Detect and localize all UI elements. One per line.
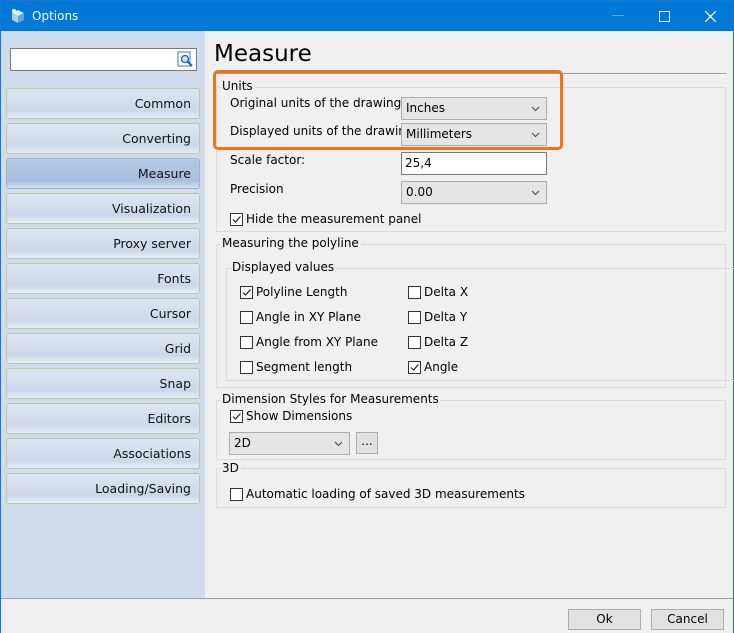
search-icon[interactable]	[177, 51, 194, 68]
search-input[interactable]	[10, 48, 197, 71]
option-segment-length-checkbox[interactable]: Segment length	[240, 360, 352, 374]
sidebar-item-snap[interactable]: Snap	[6, 368, 200, 399]
scale-factor-input[interactable]: 25,4	[401, 152, 547, 175]
option-label: Angle	[424, 360, 459, 374]
checkbox-checked-icon	[408, 360, 421, 374]
scale-factor-label: Scale factor:	[230, 153, 306, 167]
displayed-values-label: Displayed values	[232, 260, 337, 274]
checkbox-unchecked-icon	[230, 487, 243, 501]
sidebar-item-converting[interactable]: Converting	[6, 123, 200, 154]
original-units-value: Inches	[406, 101, 445, 115]
option-label: Polyline Length	[256, 285, 348, 299]
option-angle-from-xy-plane-checkbox[interactable]: Angle from XY Plane	[240, 335, 378, 349]
close-icon	[704, 10, 716, 22]
checkbox-checked-icon	[230, 409, 243, 423]
ok-button[interactable]: Ok	[568, 609, 641, 630]
option-label: Segment length	[256, 360, 353, 374]
option-delta-z-checkbox[interactable]: Delta Z	[408, 335, 468, 349]
show-dimensions-checkbox[interactable]: Show Dimensions	[230, 409, 352, 423]
auto-load-3d-checkbox[interactable]: Automatic loading of saved 3D measuremen…	[230, 487, 525, 501]
maximize-button[interactable]	[641, 1, 687, 31]
checkbox-unchecked-icon	[408, 310, 421, 324]
original-units-select[interactable]: Inches	[401, 97, 547, 120]
chevron-down-icon	[531, 124, 540, 152]
dialog-footer: Ok Cancel	[1, 598, 733, 633]
sidebar-item-measure[interactable]: Measure	[6, 158, 200, 189]
option-delta-y-checkbox[interactable]: Delta Y	[408, 310, 467, 324]
option-label: Delta Y	[424, 310, 468, 324]
sidebar-item-associations[interactable]: Associations	[6, 438, 200, 469]
three-d-group-label: 3D	[222, 461, 241, 475]
sidebar-item-cursor[interactable]: Cursor	[6, 298, 200, 329]
minimize-icon	[612, 15, 624, 16]
sidebar: Common Converting Measure Visualization Prox…	[1, 31, 205, 598]
option-label: Angle in XY Plane	[256, 310, 361, 324]
displayed-units-value: Millimeters	[406, 127, 473, 141]
units-group-label: Units	[222, 79, 255, 93]
displayed-units-label: Displayed units of the drawing	[230, 124, 414, 138]
option-angle-in-xy-plane-checkbox[interactable]: Angle in XY Plane	[240, 310, 361, 324]
options-window: Options Common Converting Measure Visualiza…	[0, 0, 734, 633]
displayed-units-select[interactable]: Millimeters	[401, 123, 547, 146]
checkbox-unchecked-icon	[408, 285, 421, 299]
page-title: Measure	[214, 41, 312, 67]
option-polyline-length-checkbox[interactable]: Polyline Length	[240, 285, 347, 299]
cancel-button[interactable]: Cancel	[651, 609, 724, 630]
polyline-group-label: Measuring the polyline	[222, 236, 361, 250]
chevron-down-icon	[531, 182, 540, 210]
sidebar-item-visualization[interactable]: Visualization	[6, 193, 200, 224]
checkbox-checked-icon	[240, 285, 253, 299]
option-delta-x-checkbox[interactable]: Delta X	[408, 285, 468, 299]
chevron-down-icon	[334, 433, 343, 461]
checkbox-checked-icon	[230, 212, 243, 226]
sidebar-item-proxy-server[interactable]: Proxy server	[6, 228, 200, 259]
precision-label: Precision	[230, 182, 284, 196]
show-dimensions-label: Show Dimensions	[246, 409, 353, 423]
title-bar: Options	[1, 1, 733, 31]
option-label: Delta Z	[424, 335, 469, 349]
auto-load-3d-label: Automatic loading of saved 3D measuremen…	[246, 487, 525, 501]
hide-panel-checkbox[interactable]: Hide the measurement panel	[230, 212, 422, 226]
option-label: Angle from XY Plane	[256, 335, 378, 349]
sidebar-item-fonts[interactable]: Fonts	[6, 263, 200, 294]
chevron-down-icon	[531, 98, 540, 126]
hide-panel-label: Hide the measurement panel	[246, 212, 422, 226]
sidebar-item-grid[interactable]: Grid	[6, 333, 200, 364]
dimension-style-select[interactable]: 2D	[229, 432, 350, 455]
checkbox-unchecked-icon	[240, 335, 253, 349]
precision-value: 0.00	[406, 185, 433, 199]
window-title: Options	[32, 9, 79, 23]
title-divider	[214, 73, 726, 74]
sidebar-item-editors[interactable]: Editors	[6, 403, 200, 434]
sidebar-item-common[interactable]: Common	[6, 88, 200, 119]
dimension-group-label: Dimension Styles for Measurements	[222, 392, 441, 406]
checkbox-unchecked-icon	[240, 310, 253, 324]
package-icon	[10, 8, 26, 24]
content-panel: Measure Units Original units of the draw…	[205, 31, 734, 598]
option-label: Delta X	[424, 285, 469, 299]
original-units-label: Original units of the drawing	[230, 96, 402, 110]
checkbox-unchecked-icon	[408, 335, 421, 349]
minimize-button[interactable]	[595, 1, 641, 31]
dimension-style-more-button[interactable]: ...	[356, 432, 378, 454]
option-angle-checkbox[interactable]: Angle	[408, 360, 458, 374]
precision-select[interactable]: 0.00	[401, 181, 547, 204]
sidebar-item-loading-saving[interactable]: Loading/Saving	[6, 473, 200, 504]
close-button[interactable]	[687, 1, 733, 31]
maximize-icon	[658, 10, 670, 22]
checkbox-unchecked-icon	[240, 360, 253, 374]
dimension-style-value: 2D	[234, 436, 251, 450]
